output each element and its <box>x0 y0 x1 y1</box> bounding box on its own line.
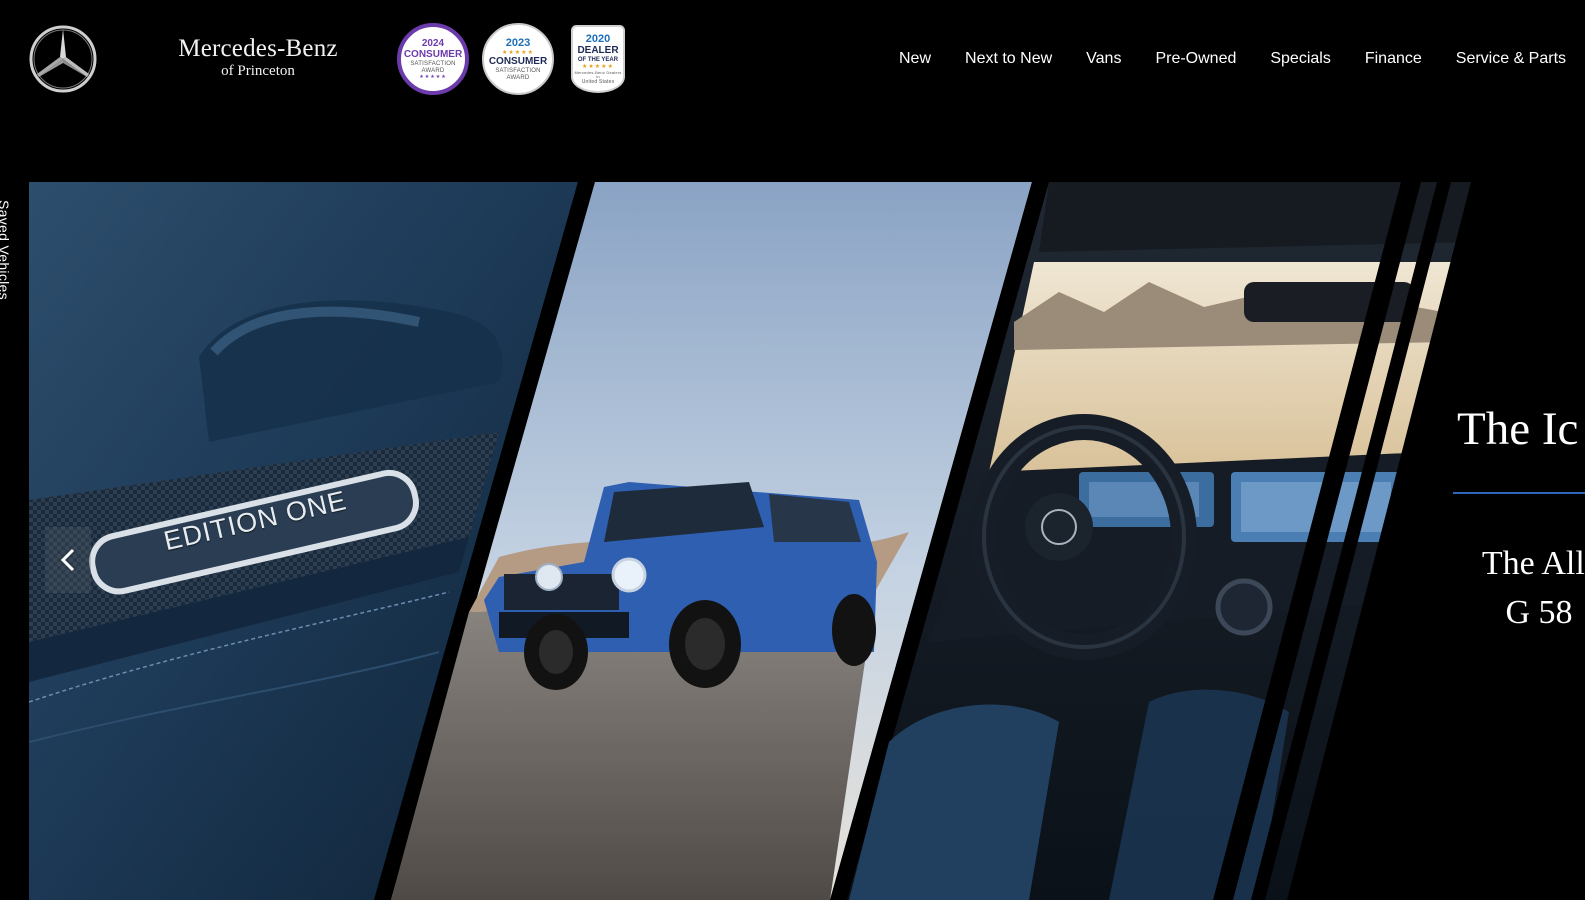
hero-subheadline: The All- G 58 <box>1439 539 1585 637</box>
badge-line: SATISFACTION <box>410 60 456 67</box>
hero-slider: EDITION ONE The Ic The All- G 58 <box>29 182 1585 900</box>
award-badge-2024: 2024 CONSUMER SATISFACTION AWARD ★★★★★ <box>397 23 469 95</box>
badge-title: CONSUMER <box>488 55 548 67</box>
hero-headline: The Ic <box>1457 403 1579 455</box>
badge-line: SATISFACTION <box>495 67 541 74</box>
award-badge-2023: 2023 ★★★★★ CONSUMER SATISFACTION AWARD <box>482 23 554 95</box>
badge-line: Mercedes-Benz Dealers in <box>574 69 622 79</box>
slider-prev-button[interactable] <box>45 527 91 593</box>
hero-accent-rule <box>1453 492 1585 494</box>
badge-subtitle: OF THE YEAR <box>577 56 619 63</box>
nav-item-next-to-new[interactable]: Next to New <box>965 48 1052 70</box>
award-badge-2020: 2020 DEALER OF THE YEAR ★★★★★ Mercedes-B… <box>571 25 625 93</box>
brand-name: Mercedes-Benz <box>178 35 338 62</box>
badge-stars: ★★★★★ <box>419 73 447 80</box>
badge-line: AWARD <box>506 74 530 81</box>
nav-item-service-parts[interactable]: Service & Parts <box>1456 48 1566 70</box>
nav-item-finance[interactable]: Finance <box>1365 48 1422 70</box>
hero-subheadline-line-2: G 58 <box>1505 594 1573 631</box>
chevron-left-icon <box>60 548 75 572</box>
saved-vehicles-tab[interactable]: Saved Vehicles <box>0 200 12 300</box>
nav-item-new[interactable]: New <box>899 48 931 70</box>
page: Mercedes-Benz of Princeton 2024 CONSUMER… <box>0 0 1585 900</box>
nav-item-pre-owned[interactable]: Pre-Owned <box>1155 48 1236 70</box>
mercedes-star-logo-icon[interactable] <box>28 24 98 94</box>
badge-line: United States <box>581 78 615 85</box>
badge-title: DEALER <box>577 44 619 56</box>
badge-stars: ★★★★★ <box>502 49 534 56</box>
badge-year: 2023 <box>505 36 531 49</box>
brand-location: of Princeton <box>221 63 295 79</box>
dealer-brand[interactable]: Mercedes-Benz of Princeton <box>172 36 344 79</box>
nav-item-vans[interactable]: Vans <box>1086 48 1121 70</box>
site-header: Mercedes-Benz of Princeton 2024 CONSUMER… <box>0 0 1585 118</box>
badge-line: AWARD <box>421 67 445 74</box>
hero-image <box>29 182 1585 900</box>
badge-title: CONSUMER <box>403 48 463 60</box>
badge-year: 2020 <box>585 32 611 45</box>
badge-year: 2024 <box>421 37 445 49</box>
badge-stars: ★★★★★ <box>582 63 614 70</box>
hero-subheadline-line-1: The All- <box>1481 545 1585 582</box>
main-nav: New Next to New Vans Pre-Owned Specials … <box>899 48 1585 70</box>
nav-item-specials[interactable]: Specials <box>1270 48 1330 70</box>
